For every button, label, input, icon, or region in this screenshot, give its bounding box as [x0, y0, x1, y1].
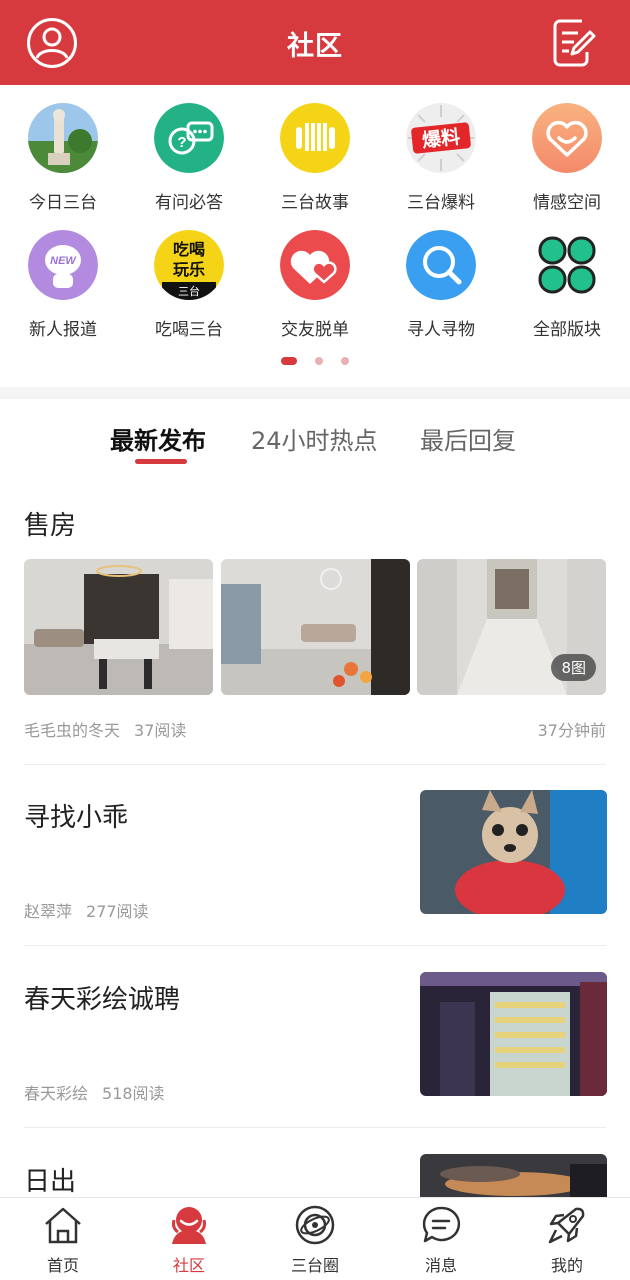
- rocket-icon: [548, 1207, 585, 1244]
- community-icon: [172, 1207, 206, 1244]
- new-badge-text: NEW: [50, 255, 77, 267]
- post-image: [420, 790, 607, 914]
- channel-xinren-baodao[interactable]: NEW 新人报道: [0, 212, 126, 340]
- statue-photo-icon: [28, 103, 98, 173]
- channel-youwen-bida[interactable]: ? 有问必答: [126, 85, 252, 213]
- post-time: 37分钟前: [537, 721, 606, 740]
- post-meta: 赵翠萍 277阅读: [24, 898, 149, 922]
- bottom-navigation: 首页 社区 三台圈 消息 我的: [0, 1197, 630, 1280]
- post-reads: 37阅读: [134, 721, 187, 740]
- channel-jiaoyou-tuodan[interactable]: 交友脱单: [252, 212, 378, 340]
- post-title: 寻找小乖: [24, 803, 129, 833]
- eat-drink-icon: 吃喝 玩乐 三台: [154, 230, 224, 300]
- channel-label: 三台故事: [281, 193, 349, 213]
- nav-home[interactable]: 首页: [0, 1198, 126, 1280]
- heart-smile-icon: [532, 103, 602, 173]
- tab-24h-hot[interactable]: 24小时热点: [251, 421, 378, 456]
- svg-text:?: ?: [177, 134, 186, 151]
- channel-santai-gushi[interactable]: 三台故事: [252, 85, 378, 213]
- post-divider: [24, 1127, 606, 1128]
- channel-grid: 今日三台 ? 有问必答 三台故事 爆料 三台爆料 情感空间 NEW 新人报道 吃…: [0, 85, 630, 385]
- message-icon: [422, 1206, 461, 1243]
- svg-text:玩乐: 玩乐: [173, 260, 205, 279]
- page-indicator: [0, 357, 630, 365]
- channel-qinggan-kongjian[interactable]: 情感空间: [504, 85, 630, 213]
- planet-icon: [295, 1205, 335, 1245]
- channel-santai-baoliao[interactable]: 爆料 三台爆料: [378, 85, 504, 213]
- post-divider: [24, 764, 606, 765]
- four-leaf-grid-icon: [538, 236, 596, 294]
- double-heart-icon: [280, 230, 350, 300]
- post-image: [420, 972, 607, 1096]
- channel-jinri-santai[interactable]: 今日三台: [0, 85, 126, 213]
- post-title: 日出: [24, 1167, 77, 1197]
- channel-label: 有问必答: [155, 193, 223, 213]
- section-divider: [0, 387, 630, 399]
- channel-label: 寻人寻物: [407, 320, 475, 340]
- channel-label: 今日三台: [29, 193, 97, 213]
- page-dot[interactable]: [341, 357, 349, 365]
- post-author: 赵翠萍: [24, 902, 73, 921]
- channel-xunren-xunwu[interactable]: 寻人寻物: [378, 212, 504, 340]
- svg-text:吃喝: 吃喝: [173, 240, 205, 259]
- feed-tabs: 最新发布 24小时热点 最后回复: [0, 399, 630, 471]
- channel-quanbu-bankuai[interactable]: 全部版块: [504, 212, 630, 340]
- channel-label: 新人报道: [29, 320, 97, 340]
- home-icon: [45, 1207, 81, 1244]
- nav-label: 首页: [46, 1256, 79, 1275]
- active-tab-indicator: [135, 459, 187, 464]
- post-image: [221, 559, 410, 695]
- nav-label: 我的: [550, 1256, 583, 1275]
- post-reads: 518阅读: [102, 1084, 165, 1103]
- question-chat-icon: ?: [154, 103, 224, 173]
- page-dot[interactable]: [315, 357, 323, 365]
- baoliao-icon-text: 爆料: [421, 125, 461, 152]
- nav-mine[interactable]: 我的: [504, 1198, 630, 1280]
- top-bar: 社区: [0, 0, 630, 85]
- page-dot-active[interactable]: [281, 357, 297, 365]
- channel-label: 三台爆料: [407, 193, 475, 213]
- nav-label: 消息: [424, 1256, 457, 1275]
- post-reads: 277阅读: [86, 902, 149, 921]
- post-title: 春天彩绘诚聘: [24, 985, 181, 1015]
- nav-label: 三台圈: [290, 1256, 339, 1275]
- nav-label: 社区: [172, 1256, 205, 1275]
- page-title: 社区: [287, 31, 343, 62]
- post-meta: 毛毛虫的冬天 37阅读: [24, 717, 186, 741]
- magnifier-icon: [406, 230, 476, 300]
- svg-text:三台: 三台: [178, 284, 200, 298]
- compose-post-icon[interactable]: [552, 18, 596, 68]
- nav-community[interactable]: 社区: [126, 1198, 252, 1280]
- nav-messages[interactable]: 消息: [378, 1198, 504, 1280]
- post-divider: [24, 945, 606, 946]
- post-image-last: 8图: [417, 559, 606, 695]
- post-image: [24, 559, 213, 695]
- new-user-icon: NEW: [28, 230, 98, 300]
- post-author: 春天彩绘: [24, 1084, 89, 1103]
- channel-label: 吃喝三台: [155, 320, 223, 340]
- post-author: 毛毛虫的冬天: [24, 721, 121, 740]
- channel-label: 交友脱单: [281, 320, 349, 340]
- nav-santai-circle[interactable]: 三台圈: [252, 1198, 378, 1280]
- tab-last-reply[interactable]: 最后回复: [420, 421, 516, 456]
- channel-label: 情感空间: [533, 193, 601, 213]
- channel-chihe-santai[interactable]: 吃喝 玩乐 三台 吃喝三台: [126, 212, 252, 340]
- post-title: 售房: [24, 511, 77, 541]
- tab-latest[interactable]: 最新发布: [110, 421, 206, 456]
- image-count-badge: 8图: [551, 654, 596, 681]
- channel-label: 全部版块: [533, 320, 601, 340]
- story-book-icon: [280, 103, 350, 173]
- post-meta: 春天彩绘 518阅读: [24, 1080, 165, 1104]
- baoliao-icon: 爆料: [406, 103, 476, 173]
- post-image: [420, 1154, 607, 1197]
